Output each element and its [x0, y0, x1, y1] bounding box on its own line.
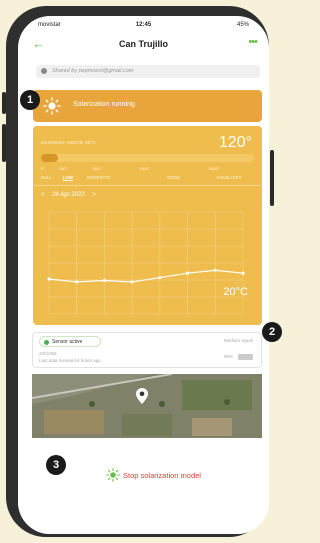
temperature-point — [130, 280, 134, 284]
callout-badge-1: 1 — [20, 90, 40, 110]
temperature-point — [213, 268, 217, 272]
level-excellent: EXCELLENT — [217, 175, 242, 180]
tutorial-stage: movistar 12:45 45% ← Can Trujillo ••• Sh… — [0, 0, 282, 543]
sensor-id: 2002256 — [39, 351, 57, 356]
app-header: ← Can Trujillo ••• — [18, 34, 269, 58]
tick-label: 500° — [93, 166, 102, 171]
temperature-point — [75, 280, 79, 284]
callout-badge-2: 2 — [262, 322, 282, 342]
callout-badge-3: 3 — [46, 455, 66, 475]
tick-label: 1000° — [139, 166, 150, 171]
user-icon — [41, 68, 47, 74]
page-title: Can Trujillo — [118, 39, 168, 49]
shared-by-row: Shared by pepmoeni@gmail.com — [36, 65, 260, 78]
level-moderate: MODERATE — [87, 175, 111, 180]
temperature-point — [102, 278, 107, 283]
next-date-button[interactable]: > — [92, 192, 96, 198]
phone-frame: movistar 12:45 45% ← Can Trujillo ••• Sh… — [6, 6, 269, 537]
signal-text: Medium signal — [223, 338, 253, 343]
tick-label: 3000° — [209, 166, 220, 171]
degrees-progress-bar — [41, 154, 254, 162]
sun-icon — [43, 97, 61, 115]
status-bar: movistar 12:45 45% — [18, 22, 269, 34]
tick-label: 0° — [41, 166, 45, 171]
temperature-point — [185, 271, 190, 275]
tick-label: 300° — [59, 166, 68, 171]
degrees-label: DEGREES ABOVE 38ºC — [41, 140, 97, 145]
sensor-card[interactable]: Sensor active Medium signal 2002256 Last… — [32, 332, 262, 368]
shared-by-text: Shared by pepmoeni@gmail.com — [52, 68, 134, 74]
temperature-point — [241, 271, 245, 275]
sun-icon — [106, 468, 120, 482]
side-button-right — [270, 150, 274, 206]
sensor-battery-percent: 90% — [223, 354, 233, 359]
temperature-point — [158, 275, 162, 280]
prev-date-button[interactable]: < — [41, 192, 45, 198]
degrees-panel: DEGREES ABOVE 38ºC 120° 0° 300° 500° 100… — [33, 126, 262, 325]
location-pin-icon — [136, 388, 148, 404]
banner-text: Solarization running — [73, 101, 135, 108]
battery-level: 45% — [236, 22, 249, 28]
temperature-point — [47, 277, 51, 281]
date-navigator: < 24 Apr 2022 > — [41, 192, 102, 198]
last-data-text: Last data received 8 hours ago — [39, 358, 101, 363]
solarization-status-banner: Solarization running — [33, 90, 262, 122]
sensor-status-pill: Sensor active — [39, 336, 101, 347]
degrees-value: 120° — [218, 134, 252, 151]
battery-icon — [238, 354, 253, 360]
level-null: NULL — [41, 175, 52, 180]
location-map[interactable] — [32, 374, 262, 438]
clock: 12:45 — [135, 22, 152, 28]
chart-date: 24 Apr 2022 — [52, 192, 85, 198]
bottom-area — [18, 438, 269, 534]
panel-divider — [33, 185, 262, 186]
stop-solarization-label: Stop solarization model — [123, 471, 201, 480]
sensor-active-dot — [44, 339, 49, 345]
sensor-status-text: Sensor active — [52, 339, 83, 345]
level-good: GOOD — [167, 175, 180, 180]
current-temperature: 20°C — [223, 286, 248, 298]
level-low: LOW — [63, 175, 73, 181]
degrees-progress-fill — [41, 154, 59, 162]
temperature-chart — [47, 211, 245, 315]
more-options-icon[interactable]: ••• — [248, 36, 258, 48]
satellite-map-image — [32, 374, 262, 438]
